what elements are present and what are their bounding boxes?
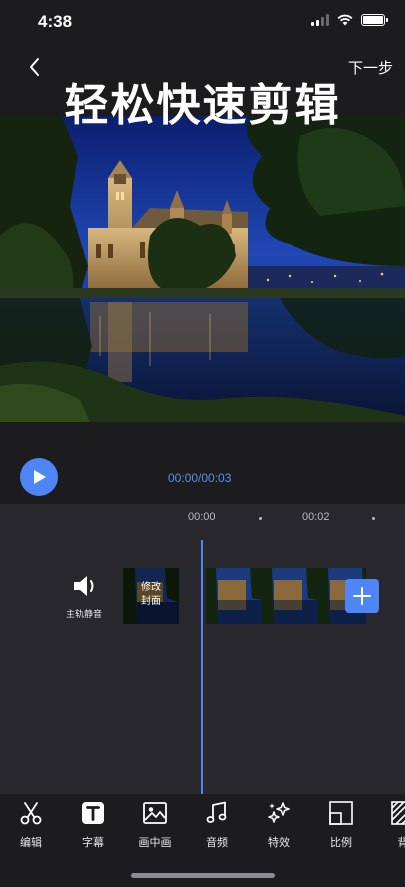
tool-subtitle[interactable]: 字幕 [63,800,123,850]
headline-title: 轻松快速剪辑 [64,81,341,130]
playhead[interactable] [201,540,203,794]
edit-cover-button[interactable]: 修改 封面 [123,568,179,624]
ruler-tick [372,517,375,520]
tool-label: 特效 [268,837,290,849]
tool-background[interactable]: 背 [373,800,405,850]
speaker-icon [74,576,94,596]
timeline[interactable]: 00:00 00:02 主轨静音 修改 封面 [0,504,405,794]
tool-picture-in-picture[interactable]: 画中画 [125,800,185,850]
tool-label: 音频 [206,837,228,849]
video-clip[interactable] [206,568,366,624]
status-bar: 4:38 [0,0,405,44]
preview-image [0,116,405,422]
home-indicator [131,873,275,878]
status-time: 4:38 [38,12,73,31]
ruler-label: 00:00 [188,511,216,523]
clip-frame [206,568,262,624]
mute-label: 主轨静音 [65,609,102,619]
tool-label: 编辑 [20,837,42,849]
aspect-ratio-icon [329,801,353,825]
image-icon [143,802,167,824]
ruler-label: 00:02 [302,511,330,523]
tool-label: 字幕 [82,837,104,849]
sparkle-icon [268,802,290,823]
play-icon [34,470,46,484]
main-track-mute-button[interactable]: 主轨静音 [62,574,106,620]
battery-icon [361,14,388,26]
cover-label: 修改 封面 [141,582,161,607]
wifi-icon [337,14,353,26]
scissors-icon [20,802,42,825]
signal-icon [311,14,329,26]
text-icon [82,802,104,824]
play-button[interactable] [20,458,58,496]
background-pattern-icon [391,801,405,825]
next-step-button[interactable]: 下一步 [348,57,393,78]
nav-bar: 下一步 轻松快速剪辑 [0,44,405,130]
tool-aspect-ratio[interactable]: 比例 [311,800,371,850]
player-bar: 00:00/00:03 [0,422,405,504]
tool-edit[interactable]: 编辑 [1,800,61,850]
playback-time: 00:00/00:03 [168,471,232,485]
clip-frame [262,568,318,624]
ruler-tick [259,517,262,520]
tool-effects[interactable]: 特效 [249,800,309,850]
add-clip-button[interactable] [345,579,379,613]
tool-audio[interactable]: 音频 [187,800,247,850]
tool-label: 背 [397,837,405,849]
status-icons [311,14,388,26]
chevron-left-icon[interactable] [22,54,48,80]
music-note-icon [206,801,227,823]
video-preview[interactable] [0,116,405,422]
plus-icon [353,587,371,605]
tool-label: 比例 [330,837,352,849]
tool-label: 画中画 [138,837,172,849]
